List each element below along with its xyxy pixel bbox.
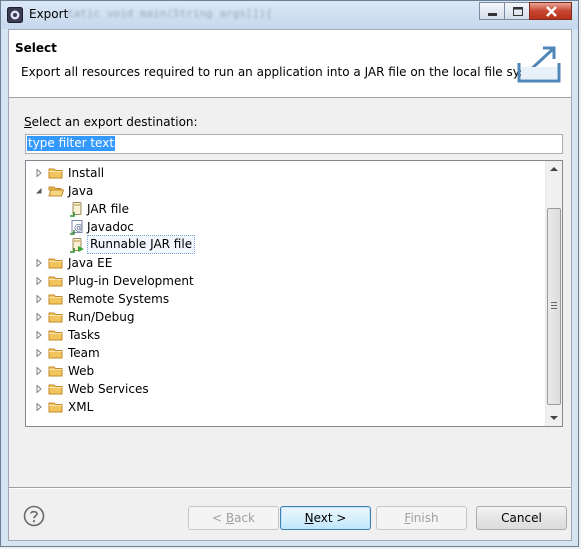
tree-item-install[interactable]: Install — [26, 164, 526, 182]
javadoc-icon: @ — [70, 220, 83, 235]
folder-icon — [48, 402, 63, 413]
eclipse-app-icon — [7, 7, 23, 23]
close-icon — [546, 6, 557, 17]
tree-item-label: Java EE — [68, 256, 113, 270]
export-dialog-window: Export tatic void main(String args[]){S… — [0, 0, 579, 547]
minimize-button[interactable] — [479, 2, 505, 20]
folder-icon — [48, 366, 63, 377]
close-button[interactable] — [529, 2, 572, 20]
maximize-button[interactable] — [504, 2, 530, 20]
filter-input[interactable] — [25, 134, 563, 154]
finish-button[interactable]: Finish — [376, 506, 467, 530]
tree-item-remote-systems[interactable]: Remote Systems — [26, 290, 526, 308]
background-ghost-text: tatic void main(String args[]){ — [67, 7, 273, 20]
collapsed-arrow-icon[interactable] — [35, 403, 43, 411]
page-title: Select — [15, 41, 57, 55]
back-button[interactable]: < Back — [188, 506, 279, 530]
collapsed-arrow-icon[interactable] — [35, 295, 43, 303]
folder-icon — [48, 330, 63, 341]
window-title: Export — [29, 7, 69, 21]
tree-item-label: Tasks — [68, 328, 101, 342]
scroll-down-arrow-icon[interactable] — [546, 409, 562, 426]
tree-item-javadoc[interactable]: @ Javadoc — [26, 218, 526, 236]
tree-item-label: Run/Debug — [68, 310, 135, 324]
folder-icon — [48, 348, 63, 359]
collapsed-arrow-icon[interactable] — [35, 277, 43, 285]
scrollbar-grip-icon — [551, 302, 557, 309]
dialog-content: Select Export all resources required to … — [8, 29, 572, 541]
tree-item-jar-file[interactable]: JAR file — [26, 200, 526, 218]
collapsed-arrow-icon[interactable] — [35, 169, 43, 177]
collapsed-arrow-icon[interactable] — [35, 349, 43, 357]
vertical-scrollbar[interactable] — [545, 161, 562, 426]
tree-item-xml[interactable]: XML — [26, 398, 526, 416]
button-bar-separator-highlight — [9, 488, 571, 489]
window-controls — [479, 2, 572, 20]
collapsed-arrow-icon[interactable] — [35, 313, 43, 321]
tree-item-team[interactable]: Team — [26, 344, 526, 362]
collapsed-arrow-icon[interactable] — [35, 331, 43, 339]
runnable-jar-icon — [70, 238, 84, 253]
tree-item-label: Web — [68, 364, 95, 378]
tree-item-label: XML — [68, 400, 94, 414]
collapsed-arrow-icon[interactable] — [35, 367, 43, 375]
tree-item-label: Web Services — [68, 382, 149, 396]
folder-icon — [48, 168, 63, 179]
expanded-arrow-icon[interactable] — [35, 187, 43, 195]
scrollbar-thumb[interactable] — [547, 208, 561, 405]
title-bar[interactable]: Export tatic void main(String args[]){ — [1, 1, 578, 29]
folder-icon — [48, 312, 63, 323]
back-button-label: < Back — [211, 510, 255, 525]
tree-item-runnable-jar-file[interactable]: Runnable JAR file — [26, 235, 526, 254]
tree-item-label: Install — [68, 166, 105, 180]
tree-item-label: Remote Systems — [68, 292, 170, 306]
minimize-icon — [488, 13, 497, 16]
svg-text:@: @ — [74, 223, 83, 233]
scroll-up-arrow-icon[interactable] — [546, 161, 562, 178]
folder-icon — [48, 258, 63, 269]
wizard-header: Select Export all resources required to … — [9, 30, 571, 98]
folder-icon — [48, 384, 63, 395]
folder-icon — [48, 276, 63, 287]
tree-item-label: Runnable JAR file — [87, 235, 196, 254]
next-button-label: Next > — [304, 510, 347, 525]
collapsed-arrow-icon[interactable] — [35, 259, 43, 267]
tree-item-label: Plug-in Development — [68, 274, 194, 288]
jar-file-icon — [70, 202, 82, 217]
export-wizard-tree[interactable]: Install Java JAR file @ Javadoc Runnable JAR … — [25, 160, 563, 427]
export-wizard-icon — [517, 46, 561, 83]
tree-item-web[interactable]: Web — [26, 362, 526, 380]
tree-item-label: Java — [68, 184, 94, 198]
tree-item-label: Team — [68, 346, 100, 360]
cancel-button[interactable]: Cancel — [476, 506, 567, 530]
cancel-button-label: Cancel — [501, 510, 542, 525]
tree-item-label: Javadoc — [87, 220, 134, 234]
export-destination-label: Select an export destination: — [24, 115, 198, 129]
maximize-icon — [513, 7, 523, 16]
folder-icon — [48, 294, 63, 305]
tree-item-label: JAR file — [87, 202, 129, 216]
help-icon[interactable] — [23, 505, 45, 527]
tree-item-web-services[interactable]: Web Services — [26, 380, 526, 398]
tree-item-tasks[interactable]: Tasks — [26, 326, 526, 344]
tree-item-java[interactable]: Java — [26, 182, 526, 200]
collapsed-arrow-icon[interactable] — [35, 385, 43, 393]
finish-button-label: Finish — [404, 510, 439, 525]
tree-item-java-ee[interactable]: Java EE — [26, 254, 526, 272]
folder-open-icon — [48, 186, 64, 197]
page-description: Export all resources required to run an … — [21, 65, 554, 79]
tree-item-plug-in-development[interactable]: Plug-in Development — [26, 272, 526, 290]
tree-item-run-debug[interactable]: Run/Debug — [26, 308, 526, 326]
next-button[interactable]: Next > — [280, 506, 371, 530]
